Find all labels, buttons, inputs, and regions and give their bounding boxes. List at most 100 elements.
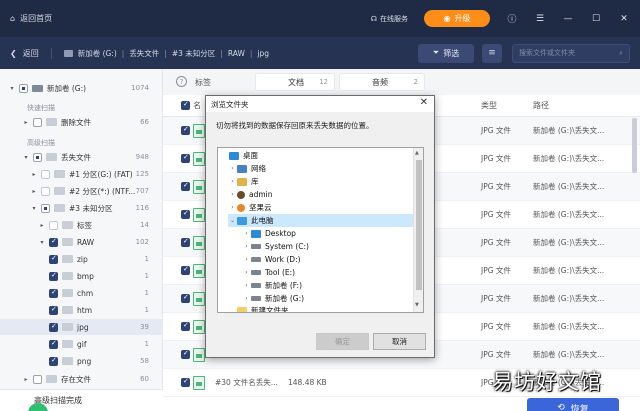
sidebar-item-deleted[interactable]: ▸ 删除文件 66 bbox=[0, 114, 163, 130]
expand-icon[interactable]: › bbox=[242, 243, 251, 250]
expand-icon[interactable]: ▸ bbox=[30, 171, 38, 178]
checkbox[interactable] bbox=[33, 117, 42, 127]
sidebar-item-raw[interactable]: ▾ RAW 102 bbox=[0, 234, 163, 250]
sidebar-item-lost[interactable]: ▾ 丢失文件 948 bbox=[0, 149, 163, 165]
expand-icon[interactable]: › bbox=[242, 295, 251, 302]
checkbox[interactable] bbox=[19, 83, 28, 93]
expand-icon[interactable]: › bbox=[228, 191, 237, 198]
collapse-icon[interactable]: ⌄ bbox=[228, 217, 237, 224]
tree-node-desktop[interactable]: 桌面 bbox=[220, 149, 258, 162]
row-checkbox[interactable] bbox=[181, 125, 190, 135]
folder-tree[interactable]: 桌面 › 网络 › 库 › admin › 坚果云 ⌄ 此电脑 › Deskto… bbox=[217, 147, 424, 313]
tree-node-drive-d[interactable]: › Work (D:) bbox=[242, 253, 300, 266]
file-list-scrollbar[interactable] bbox=[632, 118, 637, 173]
expand-icon[interactable]: ▾ bbox=[38, 239, 46, 246]
column-header-type[interactable]: 类型 bbox=[481, 100, 497, 111]
dialog-close-icon[interactable]: ✕ bbox=[420, 97, 428, 108]
checkbox[interactable] bbox=[49, 322, 58, 332]
select-all-checkbox[interactable] bbox=[181, 100, 190, 110]
tree-node-admin[interactable]: › admin bbox=[228, 188, 272, 201]
checkbox[interactable] bbox=[49, 237, 58, 247]
sidebar-item-bmp[interactable]: bmp 1 bbox=[0, 268, 163, 284]
expand-icon[interactable]: › bbox=[242, 282, 251, 289]
search-input[interactable]: 搜索文件或文件夹 ⌕ bbox=[512, 43, 630, 63]
column-header-path[interactable]: 路径 bbox=[533, 100, 549, 111]
row-checkbox[interactable] bbox=[181, 293, 190, 303]
sidebar-item-gif[interactable]: gif 1 bbox=[0, 336, 163, 352]
sidebar-item-partition-1[interactable]: ▸ #1 分区(G:) (FAT) 125 bbox=[0, 166, 163, 182]
back-button[interactable]: ❮ 返回 bbox=[10, 47, 52, 59]
breadcrumb-item[interactable]: #3 未知分区 bbox=[172, 48, 215, 59]
breadcrumb-item[interactable]: jpg bbox=[257, 49, 269, 58]
checkbox[interactable] bbox=[33, 374, 42, 384]
checkbox[interactable] bbox=[41, 169, 50, 179]
checkbox[interactable] bbox=[49, 356, 58, 366]
sidebar-item-partition-3[interactable]: ▾ #3 未知分区 116 bbox=[0, 200, 163, 216]
breadcrumb-item[interactable]: RAW bbox=[228, 49, 245, 58]
expand-icon[interactable]: ▸ bbox=[22, 119, 30, 126]
tree-node-new-folder[interactable]: 新建文件夹 bbox=[228, 304, 289, 312]
expand-icon[interactable]: › bbox=[242, 256, 251, 263]
sidebar-item-png[interactable]: png 58 bbox=[0, 353, 163, 369]
sidebar-item-zip[interactable]: zip 1 bbox=[0, 251, 163, 267]
cancel-button[interactable]: 取消 bbox=[373, 333, 426, 350]
breadcrumb-item[interactable]: 新加卷 (G:) bbox=[78, 48, 117, 59]
home-button[interactable]: ⌂ 返回首页 bbox=[10, 13, 52, 24]
tree-node-network[interactable]: › 网络 bbox=[228, 162, 266, 175]
expand-icon[interactable]: ▾ bbox=[22, 154, 30, 161]
close-icon[interactable]: ✕ bbox=[618, 14, 630, 24]
ok-button[interactable]: 确定 bbox=[316, 333, 369, 350]
row-checkbox[interactable] bbox=[181, 265, 190, 275]
row-checkbox[interactable] bbox=[181, 209, 190, 219]
tree-node-nutstore[interactable]: › 坚果云 bbox=[228, 201, 271, 214]
folder-tree-scrollbar[interactable]: ▲ ▼ bbox=[413, 148, 423, 312]
checkbox[interactable] bbox=[49, 339, 58, 349]
checkbox[interactable] bbox=[33, 152, 42, 162]
expand-icon[interactable]: › bbox=[242, 269, 251, 276]
sidebar-item-drive[interactable]: ▾ 新加卷 (G:) 1074 bbox=[0, 80, 163, 96]
view-toggle-button[interactable]: ≡ bbox=[482, 43, 502, 63]
row-checkbox[interactable] bbox=[181, 237, 190, 247]
scrollbar-thumb[interactable] bbox=[416, 160, 422, 290]
expand-icon[interactable]: ▾ bbox=[30, 205, 38, 212]
upgrade-button[interactable]: ◉ 升级 bbox=[424, 10, 490, 27]
maximize-icon[interactable]: ☐ bbox=[590, 14, 602, 24]
expand-icon[interactable]: ▸ bbox=[30, 188, 38, 195]
search-icon[interactable]: ⌕ bbox=[619, 49, 623, 58]
tree-node-library[interactable]: › 库 bbox=[228, 175, 258, 188]
row-checkbox[interactable] bbox=[181, 321, 190, 331]
help-icon[interactable]: ? bbox=[176, 76, 187, 87]
sidebar-item-jpg[interactable]: jpg 39 bbox=[0, 319, 163, 335]
sidebar-item-existing[interactable]: ▸ 存在文件 60 bbox=[0, 371, 163, 387]
tree-node-drive-e[interactable]: › Tool (E:) bbox=[242, 266, 295, 279]
online-service-button[interactable]: ☊ 在线服务 bbox=[371, 14, 408, 24]
scroll-up-icon[interactable]: ▲ bbox=[415, 150, 419, 156]
tree-node-drive-c[interactable]: › System (C:) bbox=[242, 240, 309, 253]
checkbox[interactable] bbox=[49, 271, 58, 281]
checkbox[interactable] bbox=[49, 220, 58, 230]
breadcrumb-item[interactable]: 丢失文件 bbox=[129, 48, 159, 59]
info-icon[interactable]: ⓘ bbox=[506, 12, 518, 25]
row-checkbox[interactable] bbox=[181, 181, 190, 191]
sidebar-item-partition-2[interactable]: ▸ #2 分区(*:) (NTF... 707 bbox=[0, 183, 163, 199]
checkbox[interactable] bbox=[49, 305, 58, 315]
menu-icon[interactable]: ☰ bbox=[534, 14, 546, 24]
scroll-down-icon[interactable]: ▼ bbox=[415, 302, 419, 308]
expand-icon[interactable]: ▸ bbox=[22, 376, 30, 383]
sidebar-item-chm[interactable]: chm 1 bbox=[0, 285, 163, 301]
minimize-icon[interactable]: — bbox=[562, 14, 574, 24]
checkbox[interactable] bbox=[49, 288, 58, 298]
recover-button[interactable]: ⟲ 恢复 bbox=[527, 398, 619, 411]
row-checkbox[interactable] bbox=[181, 377, 190, 387]
expand-icon[interactable]: ▾ bbox=[8, 85, 16, 92]
expand-icon[interactable]: ▸ bbox=[38, 222, 46, 229]
expand-icon[interactable]: › bbox=[228, 178, 237, 185]
expand-icon[interactable]: › bbox=[228, 204, 237, 211]
checkbox[interactable] bbox=[41, 203, 50, 213]
filter-button[interactable]: ⏷ 筛选 bbox=[418, 43, 474, 63]
checkbox[interactable] bbox=[49, 254, 58, 264]
column-header-name[interactable]: 名 bbox=[193, 100, 201, 111]
tree-node-this-pc[interactable]: ⌄ 此电脑 bbox=[228, 214, 422, 227]
tab-audio[interactable]: 音频 2 bbox=[339, 73, 425, 91]
row-checkbox[interactable] bbox=[181, 153, 190, 163]
